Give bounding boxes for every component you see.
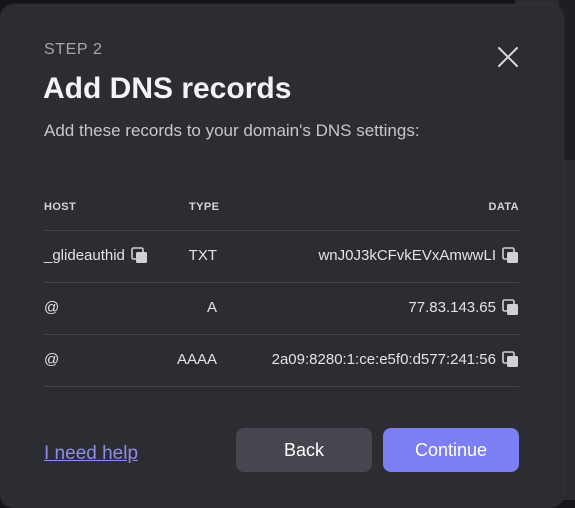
dialog-subtitle: Add these records to your domain's DNS s… bbox=[44, 121, 420, 140]
close-icon bbox=[498, 47, 518, 67]
host-cell: @ bbox=[44, 299, 59, 316]
data-cell: wnJ0J3kCFvkEVxAmwwLI bbox=[318, 247, 519, 264]
close-button[interactable] bbox=[496, 45, 520, 69]
host-value: @ bbox=[44, 351, 60, 368]
continue-button[interactable]: Continue bbox=[383, 428, 519, 472]
copy-host-button[interactable] bbox=[131, 247, 148, 264]
data-value: 77.83.143.65 bbox=[408, 299, 496, 316]
table-header: HOST TYPE DATA bbox=[44, 194, 519, 231]
column-header-data: DATA bbox=[488, 201, 519, 213]
type-cell: AAAA bbox=[176, 351, 217, 368]
type-cell: TXT bbox=[188, 247, 217, 264]
copy-icon bbox=[502, 351, 518, 367]
table-row: @ AAAA 2a09:8280:1:ce:e5f0:d577:241:56 bbox=[44, 335, 519, 387]
copy-icon bbox=[131, 247, 147, 263]
copy-icon bbox=[502, 247, 518, 263]
host-cell: @ bbox=[44, 351, 59, 368]
host-value: _glideauthid bbox=[44, 247, 125, 264]
copy-icon bbox=[502, 299, 518, 315]
data-value: 2a09:8280:1:ce:e5f0:d577:241:56 bbox=[271, 351, 496, 368]
data-value: wnJ0J3kCFvkEVxAmwwLI bbox=[318, 247, 496, 264]
help-link[interactable]: I need help bbox=[44, 443, 138, 465]
dns-records-dialog: STEP 2 Add DNS records Add these records… bbox=[0, 4, 564, 508]
column-header-host: HOST bbox=[44, 201, 77, 213]
table-row: _glideauthid TXT wnJ0J3kCFvkEVxAmwwLI bbox=[44, 231, 519, 283]
copy-data-button[interactable] bbox=[502, 299, 519, 316]
column-header-type: TYPE bbox=[189, 201, 220, 213]
dialog-title: Add DNS records bbox=[43, 72, 292, 105]
data-cell: 77.83.143.65 bbox=[408, 299, 519, 316]
host-cell: _glideauthid bbox=[44, 247, 148, 264]
host-value: @ bbox=[44, 299, 60, 316]
type-cell: A bbox=[206, 299, 217, 316]
copy-data-button[interactable] bbox=[502, 247, 519, 264]
copy-data-button[interactable] bbox=[502, 351, 519, 368]
step-label: STEP 2 bbox=[44, 41, 103, 58]
table-row: @ A 77.83.143.65 bbox=[44, 283, 519, 335]
dns-records-table: HOST TYPE DATA _glideauthid TXT wnJ0J3kC… bbox=[44, 194, 519, 387]
back-button[interactable]: Back bbox=[236, 428, 372, 472]
data-cell: 2a09:8280:1:ce:e5f0:d577:241:56 bbox=[272, 351, 519, 368]
